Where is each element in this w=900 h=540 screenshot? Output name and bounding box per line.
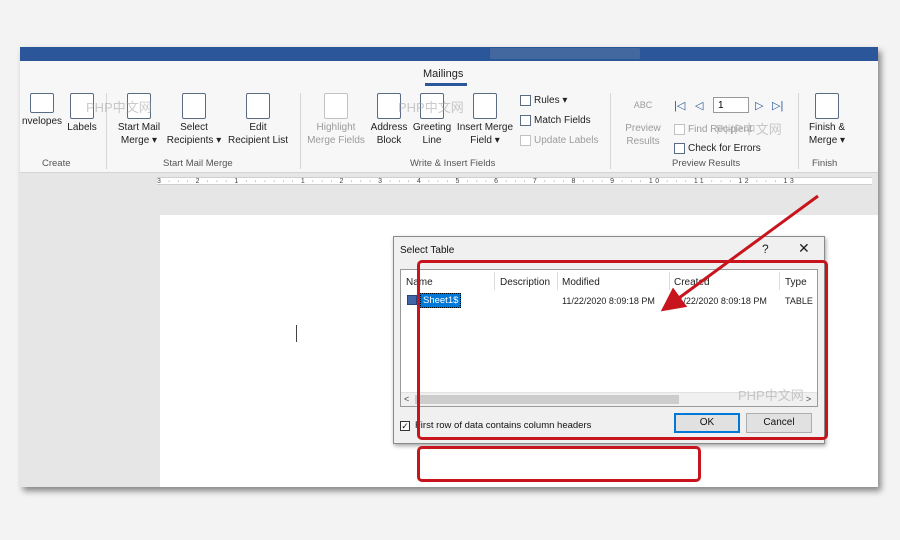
dialog-title: Select Table	[400, 245, 455, 256]
envelope-icon	[30, 93, 54, 113]
start-mail-merge-label-2: Merge	[120, 135, 150, 146]
match-fields-button[interactable]: Match Fields	[520, 115, 591, 127]
edit-recipient-list-button[interactable]: Edit Recipient List	[224, 93, 292, 147]
title-bar	[20, 47, 878, 61]
previous-record-icon[interactable]: ◁	[695, 99, 703, 112]
finish-merge-icon	[815, 93, 839, 119]
group-write-insert-label: Write & Insert Fields	[410, 158, 496, 169]
first-row-headers-checkbox[interactable]: ✓	[400, 421, 410, 431]
edit-recipient-list-label-2: Recipient List	[227, 135, 289, 146]
greeting-line-label-2: Line	[422, 135, 442, 146]
tab-mailings[interactable]: Mailings	[423, 68, 463, 80]
finish-label-1: Finish &	[808, 122, 846, 133]
envelopes-label: nvelopes	[21, 116, 63, 127]
finish-merge-button[interactable]: Finish & Merge ▾	[802, 93, 852, 147]
update-labels-icon	[520, 135, 531, 146]
first-record-icon[interactable]: |◁	[674, 99, 685, 112]
watermark: PHP中文网	[86, 100, 152, 115]
group-finish-label: Finish	[812, 158, 838, 169]
edit-recipient-list-icon	[246, 93, 270, 119]
insert-merge-field-label-2: Field	[470, 135, 492, 146]
preview-label-2: Results	[626, 136, 660, 147]
match-fields-icon	[520, 115, 531, 126]
watermark: PHP中文网	[398, 100, 464, 115]
check-for-errors-button[interactable]: Check for Errors	[674, 143, 761, 155]
search-box[interactable]	[490, 48, 640, 59]
rules-label: Rules	[534, 95, 560, 107]
rules-icon	[520, 95, 531, 106]
greeting-line-label-1: Greeting	[412, 122, 452, 133]
update-labels-button[interactable]: Update Labels	[520, 135, 599, 147]
scroll-left-icon[interactable]: <	[404, 394, 409, 404]
highlight-merge-fields-icon	[324, 93, 348, 119]
ribbon-separator	[300, 93, 301, 169]
check-errors-label: Check for Errors	[688, 143, 761, 155]
close-icon[interactable]: ✕	[798, 240, 810, 257]
preview-label-1: Preview	[625, 123, 661, 134]
update-labels-label: Update Labels	[534, 135, 599, 147]
group-create-label: Create	[42, 158, 71, 169]
edit-recipient-list-label-1: Edit	[249, 122, 267, 133]
text-cursor	[296, 325, 297, 342]
highlight-label-2: Merge Fields	[307, 135, 365, 146]
highlight-label-1: Highlight	[316, 122, 356, 133]
table-icon	[407, 295, 417, 305]
address-block-label-2: Block	[376, 135, 402, 146]
ribbon-tabs: Mailings	[20, 61, 878, 87]
watermark: PHP中文网	[738, 388, 804, 403]
next-record-icon[interactable]: ▷	[755, 99, 763, 112]
insert-merge-field-label-1: Insert Merge	[456, 122, 514, 133]
group-preview-results-label: Preview Results	[672, 158, 741, 169]
envelopes-button[interactable]: nvelopes	[20, 93, 64, 128]
highlight-merge-fields-button[interactable]: Highlight Merge Fields	[304, 93, 368, 147]
active-tab-indicator	[425, 83, 467, 86]
record-number-input[interactable]: 1	[713, 97, 749, 113]
select-recipients-label-2: Recipients	[166, 135, 214, 146]
annotation-highlight-table	[417, 260, 828, 440]
labels-label: Labels	[67, 122, 97, 133]
help-icon[interactable]: ?	[762, 242, 769, 256]
address-block-label-1: Address	[370, 122, 408, 133]
ruler-marks: 3 · · · 2 · · · 1 · · · · · · 1 · · · 2 …	[157, 177, 872, 185]
select-recipients-label-1: Select	[180, 122, 208, 133]
ribbon-separator	[610, 93, 611, 169]
abc-icon: ABC	[633, 100, 653, 110]
watermark: PHP中文网	[716, 122, 782, 137]
start-mail-merge-label-1: Start Mail	[117, 122, 161, 133]
insert-merge-field-icon	[473, 93, 497, 119]
checkmark-icon: ✓	[401, 421, 409, 431]
ribbon-separator	[798, 93, 799, 169]
finish-label-2: Merge	[808, 135, 838, 146]
match-fields-label: Match Fields	[534, 115, 591, 127]
select-recipients-icon	[182, 93, 206, 119]
group-start-mail-merge-label: Start Mail Merge	[163, 158, 233, 169]
preview-results-button[interactable]: ABC Preview Results	[618, 93, 668, 148]
last-record-icon[interactable]: ▷|	[772, 99, 783, 112]
rules-button[interactable]: Rules ▾	[520, 95, 567, 107]
horizontal-ruler[interactable]: 3 · · · 2 · · · 1 · · · · · · 1 · · · 2 …	[20, 174, 878, 188]
check-errors-icon	[674, 143, 685, 154]
select-recipients-button[interactable]: Select Recipients ▾	[166, 93, 222, 147]
find-recipient-icon	[674, 124, 685, 135]
annotation-highlight-empty	[417, 446, 701, 482]
